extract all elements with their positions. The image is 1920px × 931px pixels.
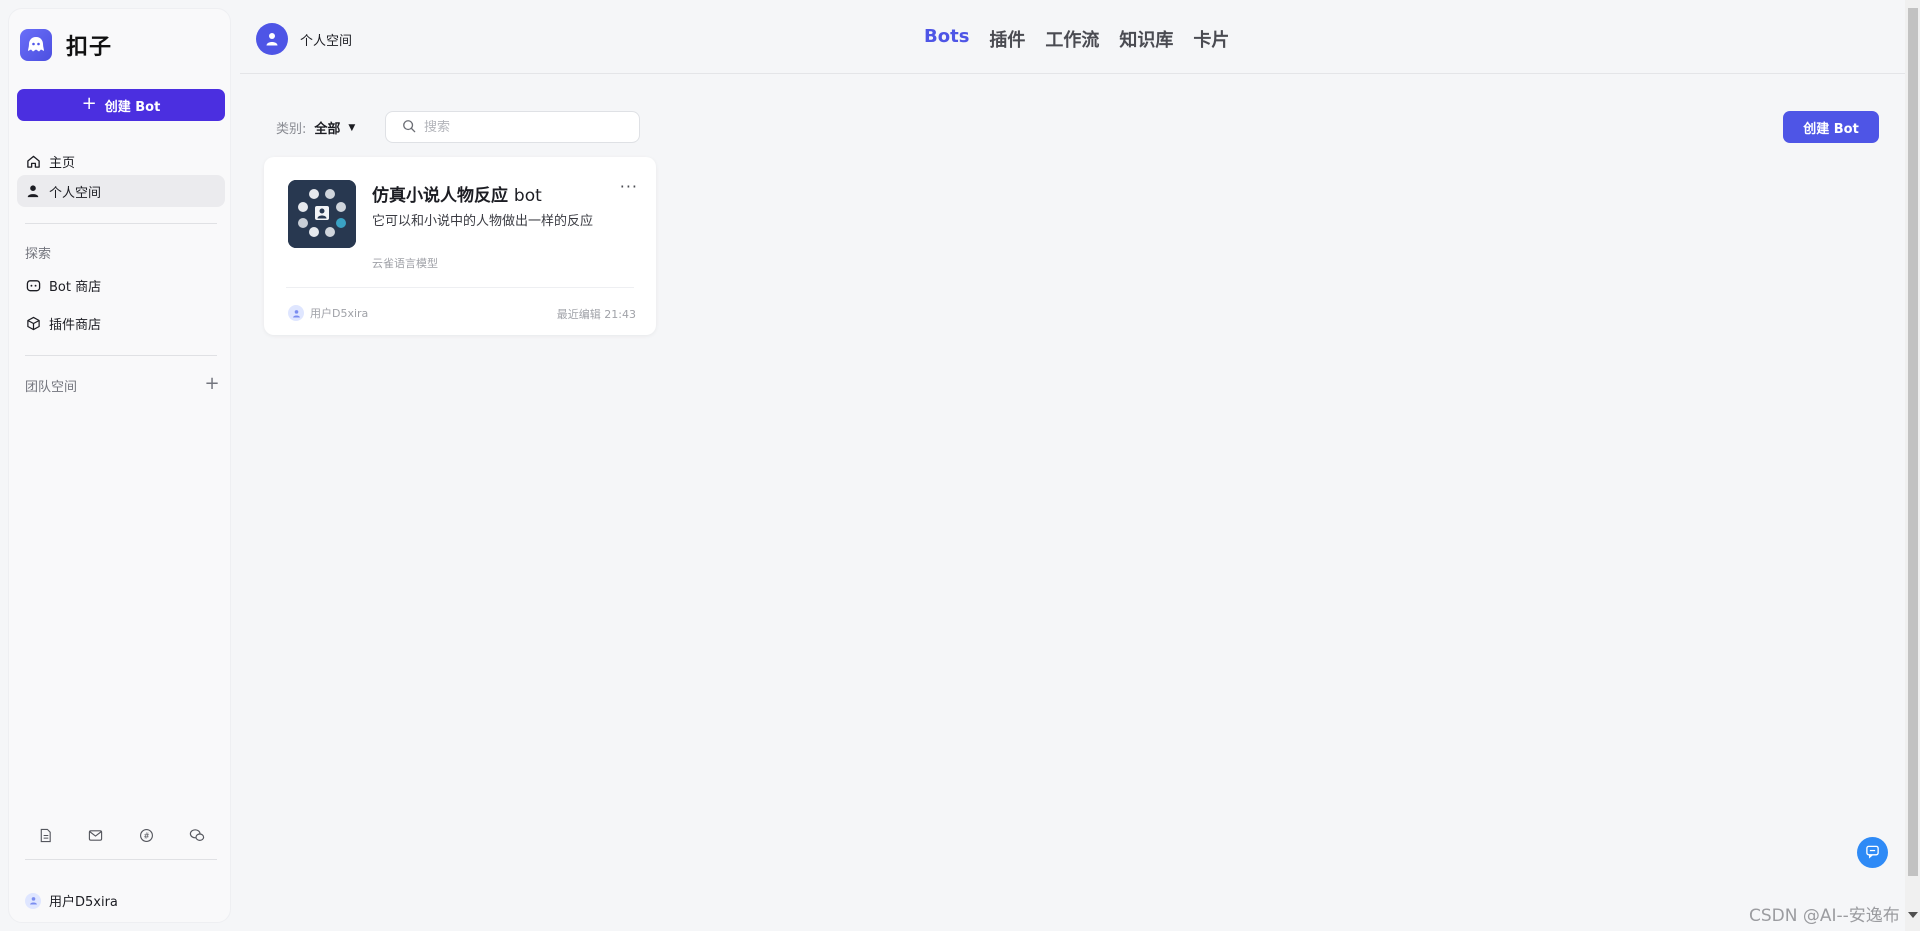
cube-icon — [25, 315, 41, 331]
bot-icon — [25, 277, 41, 293]
sidebar-item-label: Bot 商店 — [49, 279, 102, 295]
bot-title-text: 仿真小说人物反应 — [372, 186, 508, 206]
search-box — [385, 111, 640, 143]
sidebar-item-personal-space[interactable]: 个人空间 — [17, 175, 225, 207]
bot-last-edited: 最近编辑 21:43 — [556, 308, 636, 321]
sidebar-item-label: 主页 — [49, 155, 76, 171]
top-header: 个人空间 Bots 插件 工作流 知识库 卡片 — [240, 0, 1905, 74]
category-filter[interactable]: 类别: 全部 ▼ — [276, 118, 355, 137]
sidebar-item-label: 插件商店 — [49, 317, 102, 333]
chat-icon — [1865, 844, 1880, 862]
tab-workflows[interactable]: 工作流 — [1045, 26, 1099, 52]
card-divider — [286, 287, 634, 288]
create-bot-button[interactable]: 创建 Bot — [1783, 111, 1879, 143]
wechat-icon[interactable] — [188, 826, 206, 844]
sidebar-footer-icons: # — [36, 826, 206, 844]
tab-bots[interactable]: Bots — [924, 26, 969, 52]
sidebar-item-plugin-store[interactable]: 插件商店 — [17, 307, 225, 339]
sidebar-divider — [25, 859, 217, 860]
sidebar-divider — [25, 355, 217, 356]
sidebar-create-bot-label: 创建 Bot — [104, 99, 161, 115]
scroll-down-arrow-icon[interactable] — [1908, 912, 1918, 918]
scrollbar[interactable] — [1905, 0, 1920, 931]
coze-logo-icon — [20, 29, 52, 61]
svg-text:#: # — [143, 831, 149, 840]
user-icon — [25, 183, 41, 199]
bot-title: 仿真小说人物反应 bot — [372, 181, 542, 206]
watermark: CSDN @AI--安逸布 — [1749, 906, 1900, 926]
explore-section-label: 探索 — [25, 247, 52, 262]
bot-owner: 用户D5xira — [288, 305, 368, 321]
scrollbar-thumb[interactable] — [1908, 8, 1918, 876]
avatar — [25, 892, 41, 909]
plus-icon: + — [81, 93, 97, 114]
feedback-button[interactable] — [1857, 837, 1888, 868]
user-name: 用户D5xira — [49, 895, 118, 910]
document-icon[interactable] — [36, 826, 54, 844]
app-root: 扣子 + 创建 Bot 主页 个人空间 探索 Bot 商店 插件商店 团队空间 … — [0, 0, 1920, 931]
caret-down-icon: ▼ — [348, 122, 356, 133]
bot-title-suffix: bot — [513, 186, 542, 206]
filter-value: 全部 — [314, 122, 341, 137]
sidebar: 扣子 + 创建 Bot 主页 个人空间 探索 Bot 商店 插件商店 团队空间 … — [8, 8, 231, 923]
bot-description: 它可以和小说中的人物做出一样的反应 — [372, 214, 594, 229]
sidebar-item-label: 个人空间 — [49, 185, 102, 201]
filter-label: 类别: — [276, 122, 307, 137]
search-icon — [402, 118, 416, 137]
space-title: 个人空间 — [300, 33, 353, 49]
brand-name: 扣子 — [66, 35, 113, 60]
bot-avatar — [288, 180, 356, 248]
sidebar-divider — [25, 223, 217, 224]
search-input[interactable] — [424, 119, 624, 135]
discord-icon[interactable]: # — [137, 826, 155, 844]
more-options-icon[interactable]: ··· — [620, 177, 638, 196]
add-team-icon[interactable]: + — [204, 373, 220, 394]
sidebar-user[interactable]: 用户D5xira — [25, 891, 118, 910]
tab-plugins[interactable]: 插件 — [989, 26, 1025, 52]
mail-icon[interactable] — [87, 826, 105, 844]
space-switcher[interactable]: 个人空间 — [256, 23, 352, 55]
brand[interactable]: 扣子 — [20, 29, 112, 61]
home-icon — [25, 153, 41, 169]
avatar — [256, 23, 288, 55]
team-space-label: 团队空间 — [25, 380, 78, 395]
sidebar-item-home[interactable]: 主页 — [17, 145, 225, 177]
tab-cards[interactable]: 卡片 — [1193, 26, 1229, 52]
tab-knowledge[interactable]: 知识库 — [1119, 26, 1173, 52]
avatar — [288, 305, 304, 321]
sidebar-item-bot-store[interactable]: Bot 商店 — [17, 269, 225, 301]
bot-card[interactable]: 仿真小说人物反应 bot 它可以和小说中的人物做出一样的反应 云雀语言模型 ··… — [264, 157, 656, 335]
bot-owner-name: 用户D5xira — [310, 307, 369, 320]
bot-model: 云雀语言模型 — [372, 257, 438, 270]
sidebar-create-bot-button[interactable]: + 创建 Bot — [17, 89, 225, 121]
top-tabs: Bots 插件 工作流 知识库 卡片 — [924, 26, 1229, 52]
